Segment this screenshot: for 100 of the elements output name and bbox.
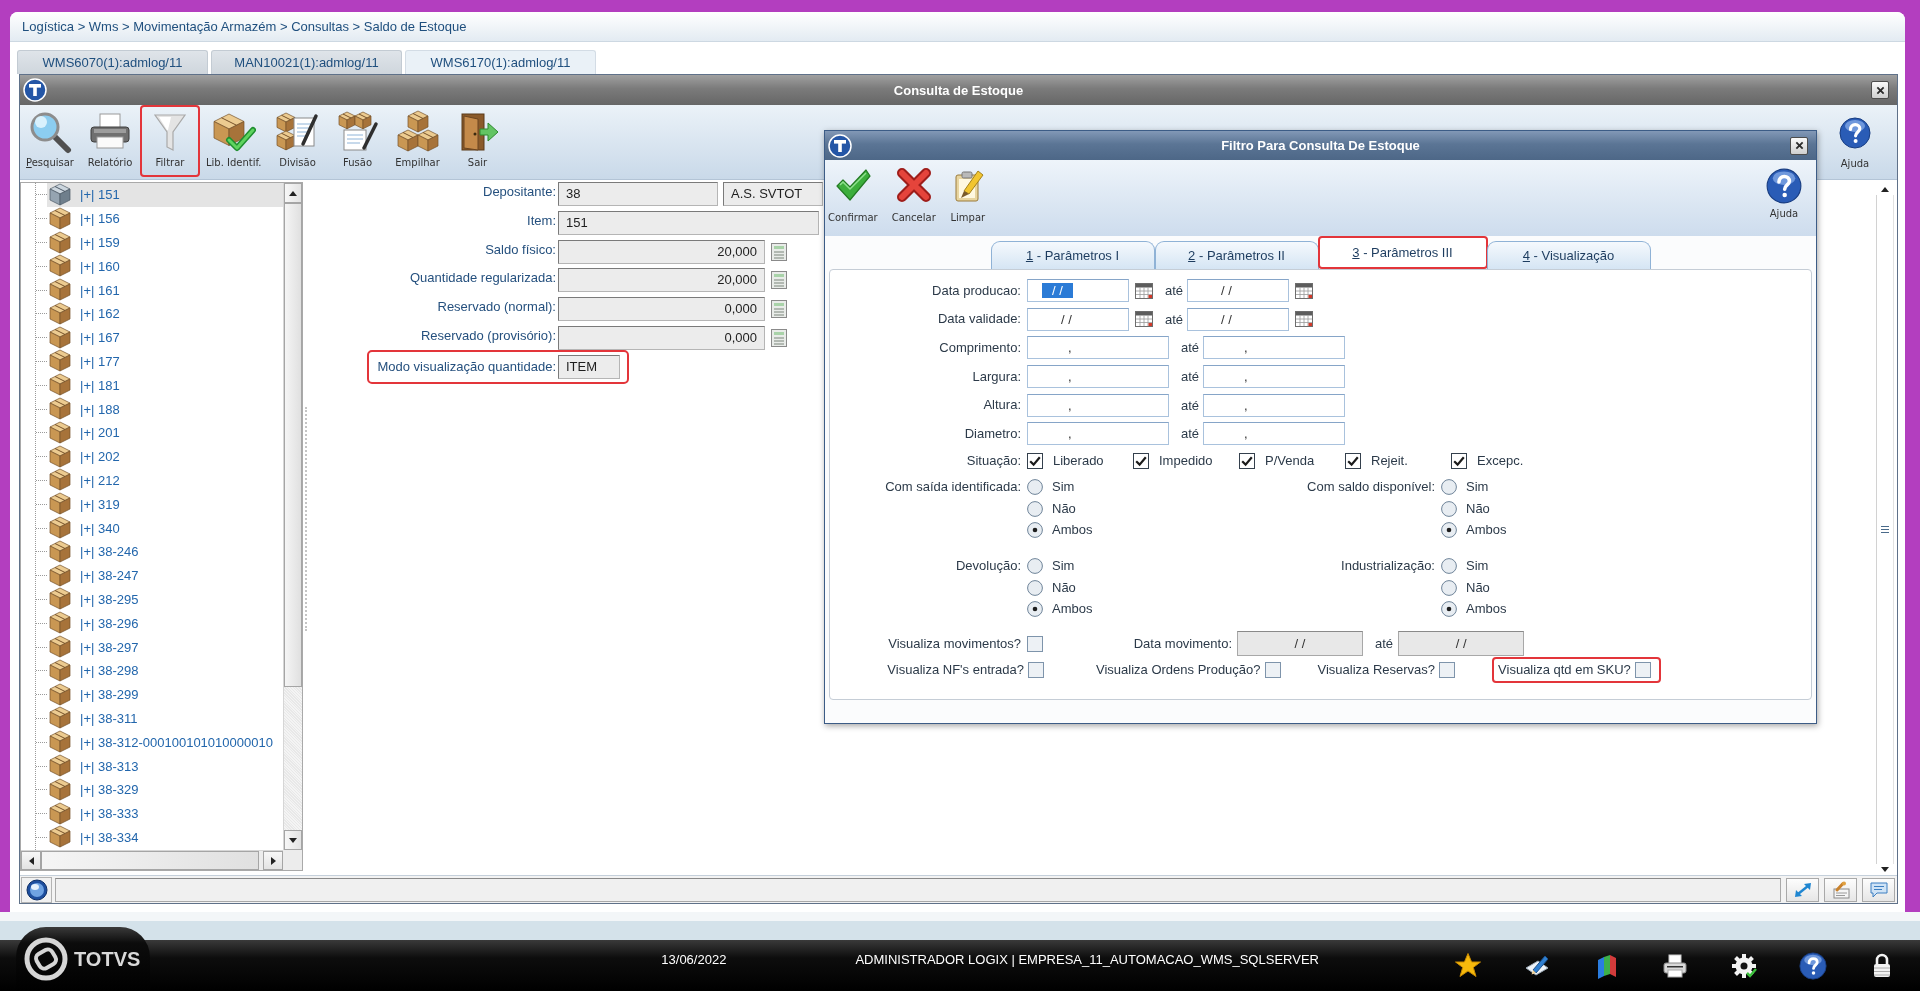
text-field[interactable]: 38 — [558, 182, 718, 207]
printer-icon[interactable] — [1661, 951, 1689, 980]
tab[interactable]: MAN10021(1):admlog/11 — [211, 50, 402, 74]
globe-button[interactable] — [21, 876, 52, 903]
tab[interactable]: WMS6170(1):admlog/11 — [405, 50, 596, 74]
number-field[interactable]: 20,000 — [558, 239, 765, 264]
toolbar-button[interactable]: Confirmar — [826, 160, 880, 223]
scroll-left-button[interactable] — [21, 851, 41, 870]
close-button[interactable] — [1790, 136, 1808, 155]
number-field[interactable]: , — [1027, 393, 1169, 417]
tree-item[interactable]: |+| 38-333 — [47, 801, 283, 826]
calendar-icon[interactable] — [1295, 311, 1314, 328]
tree-item[interactable]: |+| 38-313 — [47, 754, 283, 778]
vertical-scrollbar[interactable] — [283, 183, 302, 850]
scroll-up-button[interactable] — [284, 183, 302, 203]
text-field[interactable]: 151 — [558, 211, 819, 236]
tree-item[interactable]: |+| 160 — [47, 254, 283, 279]
scrollbar-thumb[interactable] — [41, 851, 259, 870]
number-field[interactable]: , — [1027, 336, 1169, 360]
number-field[interactable]: , — [1203, 393, 1346, 417]
scrollbar-thumb[interactable] — [284, 203, 302, 687]
tree-item[interactable]: |+| 38-329 — [47, 777, 283, 802]
calculator-icon[interactable] — [771, 300, 787, 319]
splitter-handle[interactable] — [305, 407, 310, 631]
radio-button[interactable] — [1441, 579, 1457, 596]
radio-button[interactable] — [1027, 579, 1043, 596]
up-arrow-icon[interactable] — [1881, 187, 1889, 192]
number-field[interactable]: , — [1203, 336, 1346, 360]
toolbar-button[interactable]: Fusão — [327, 105, 388, 177]
radio-button[interactable] — [1441, 522, 1457, 539]
tree-item[interactable]: |+| 156 — [47, 206, 283, 231]
toolbar-button[interactable]: Lib. Identif. — [200, 105, 268, 177]
toolbar-button[interactable]: Empilhar — [387, 105, 448, 177]
tree-item[interactable]: |+| 212 — [47, 468, 283, 493]
tree-item[interactable]: |+| 340 — [47, 516, 283, 540]
tree-item[interactable]: |+| 162 — [47, 302, 283, 326]
radio-button[interactable] — [1027, 522, 1043, 539]
text-field[interactable]: A.S. SVTOT — [723, 182, 823, 207]
toolbar-button[interactable]: Sair — [447, 105, 508, 177]
status-button[interactable] — [1786, 877, 1819, 902]
tree-item[interactable]: |+| 161 — [47, 278, 283, 302]
toolbar-button[interactable]: Divisão — [267, 105, 328, 177]
help-icon[interactable] — [1799, 951, 1827, 980]
number-field[interactable]: , — [1027, 422, 1169, 446]
tree-item[interactable]: |+| 188 — [47, 397, 283, 421]
tab[interactable]: 2 - Parâmetros II — [1154, 241, 1319, 269]
tab[interactable]: 3 - Parâmetros III — [1317, 236, 1488, 269]
toolbar-button[interactable]: Filtrar — [140, 105, 200, 177]
toolbar-button[interactable]: Cancelar — [889, 160, 938, 223]
number-field[interactable]: 0,000 — [558, 297, 765, 322]
tree-item[interactable]: |+| 38-311 — [47, 706, 283, 731]
radio-button[interactable] — [1441, 500, 1457, 517]
calendar-icon[interactable] — [1295, 282, 1314, 299]
radio-button[interactable] — [1441, 601, 1457, 618]
checkbox[interactable] — [1027, 453, 1043, 470]
date-field[interactable]: / / — [1187, 307, 1290, 331]
checkbox[interactable] — [1439, 662, 1456, 679]
tree-item[interactable]: |+| 38-246 — [47, 539, 283, 564]
star-icon[interactable] — [1454, 951, 1482, 980]
number-field[interactable]: , — [1027, 365, 1169, 389]
tree-item[interactable]: |+| 151 — [47, 183, 283, 207]
checkbox[interactable] — [1133, 453, 1149, 470]
number-field[interactable]: , — [1203, 365, 1346, 389]
date-field[interactable]: / / — [1027, 307, 1129, 331]
radio-button[interactable] — [1027, 500, 1043, 517]
toolbar-button[interactable]: Limpar — [947, 160, 988, 223]
number-field[interactable]: , — [1203, 422, 1346, 446]
date-field[interactable]: / / — [1187, 279, 1290, 302]
scroll-right-button[interactable] — [263, 851, 283, 870]
radio-button[interactable] — [1441, 558, 1457, 575]
radio-button[interactable] — [1027, 558, 1043, 575]
tree-item[interactable]: |+| 38-295 — [47, 587, 283, 612]
checkbox[interactable] — [1264, 662, 1281, 679]
scroll-down-button[interactable] — [284, 830, 302, 850]
toolbar-button[interactable]: Relatório — [80, 105, 140, 177]
calendar-icon[interactable] — [1135, 311, 1153, 328]
checkbox[interactable] — [1345, 453, 1361, 470]
checkbox[interactable] — [1451, 453, 1467, 470]
tree-item[interactable]: |+| 38-299 — [47, 682, 283, 707]
radio-button[interactable] — [1027, 601, 1043, 618]
horizontal-scrollbar[interactable] — [21, 850, 283, 870]
status-button[interactable] — [1862, 877, 1895, 902]
tree-item[interactable]: |+| 167 — [47, 325, 283, 350]
gear-icon[interactable] — [1730, 951, 1758, 980]
toolbar-button[interactable]: Pesquisar — [20, 105, 80, 177]
tree-item[interactable]: |+| 181 — [47, 373, 283, 398]
number-field[interactable]: 0,000 — [558, 325, 765, 350]
number-field[interactable]: 20,000 — [558, 268, 765, 293]
tab[interactable]: 1 - Parâmetros I — [990, 241, 1155, 269]
date-field[interactable]: / / — [1027, 279, 1129, 302]
help-button[interactable]: Ajuda — [1764, 160, 1804, 219]
calendar-icon[interactable] — [1135, 282, 1153, 299]
tree-item[interactable]: |+| 202 — [47, 444, 283, 469]
tree-item[interactable]: |+| 38-296 — [47, 611, 283, 636]
tree-item[interactable]: |+| 38-298 — [47, 658, 283, 683]
tab[interactable]: WMS6070(1):admlog/11 — [17, 50, 208, 74]
radio-button[interactable] — [1027, 479, 1043, 496]
tree-item[interactable]: |+| 38-334 — [47, 825, 283, 850]
checkbox[interactable] — [1028, 662, 1044, 679]
text-field[interactable]: ITEM — [558, 355, 620, 380]
